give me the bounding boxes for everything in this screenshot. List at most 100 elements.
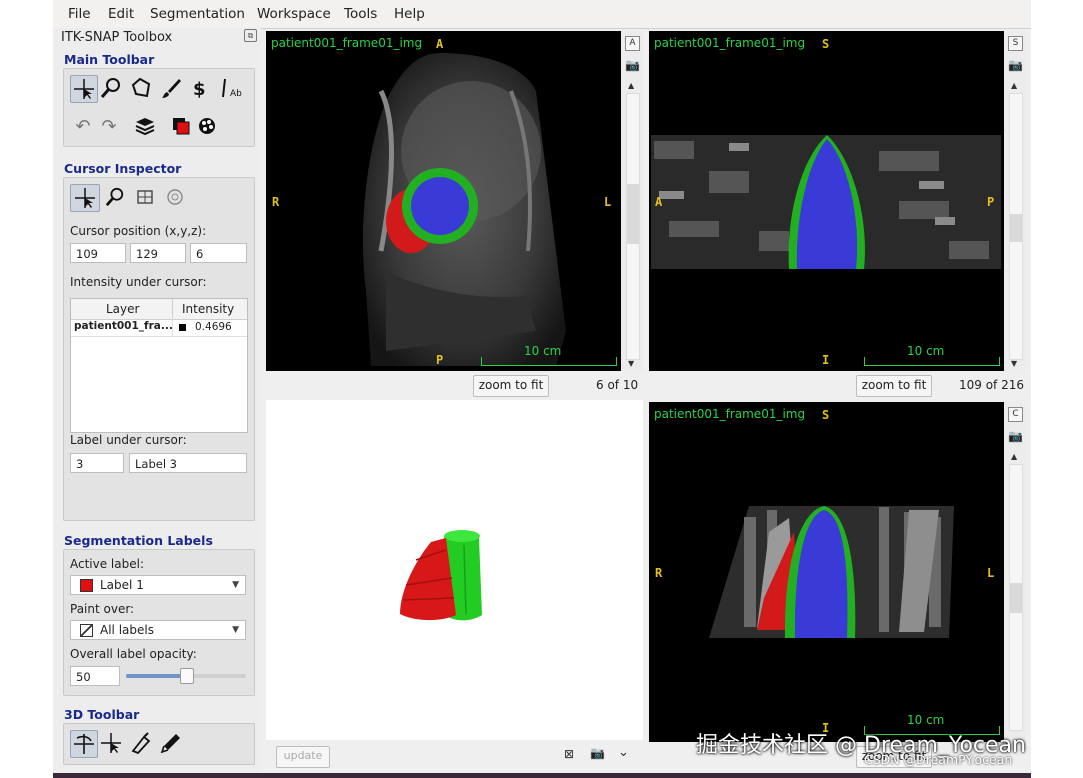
cursor-z-field[interactable]: 6 (190, 243, 247, 263)
scroll-down-icon[interactable]: ▼ (628, 359, 634, 368)
polygon-tool-icon[interactable] (128, 75, 154, 101)
toolbox-panel: ITK-SNAP Toolbox ⧉ Main Toolbar $ Ab ↶ ↷… (53, 28, 261, 773)
3d-toolbar-heading: 3D Toolbar (64, 707, 140, 722)
menu-edit[interactable]: Edit (108, 6, 134, 22)
layer-column-header[interactable]: Layer (106, 302, 139, 316)
opacity-field[interactable]: 50 (70, 666, 120, 686)
camera-icon[interactable]: 📷 (590, 746, 605, 760)
menu-bar: File Edit Segmentation Workspace Tools H… (53, 0, 1031, 29)
scroll-down-icon[interactable]: ▼ (1011, 359, 1017, 368)
menu-tools[interactable]: Tools (344, 6, 377, 22)
main-toolbar-heading: Main Toolbar (64, 52, 155, 67)
grid-tab-icon[interactable] (132, 184, 158, 210)
scale-label: 10 cm (524, 344, 562, 358)
orientation-anterior: A (436, 37, 444, 51)
scrollbar-thumb[interactable] (1010, 583, 1022, 613)
orientation-left: L (604, 195, 612, 209)
cursor-y-field[interactable]: 129 (130, 243, 186, 263)
3d-options-icon[interactable]: ⊠ (564, 747, 574, 761)
3d-render-view[interactable] (266, 400, 643, 740)
crosshair-tool-icon[interactable] (70, 75, 98, 103)
label-color-swatch (80, 579, 93, 592)
opacity-slider-handle[interactable] (180, 668, 194, 684)
3d-view-toolbar: update ⊠ 📷 ⌄ (266, 740, 643, 770)
sagittal-image (651, 135, 1001, 269)
menu-segmentation[interactable]: Segmentation (150, 6, 245, 22)
sagittal-slice-view[interactable]: patient001_frame01_img S I A P 10 cm (649, 31, 1004, 371)
redo-icon[interactable]: ↷ (96, 113, 122, 139)
label-editor-icon[interactable] (168, 113, 194, 139)
float-icon[interactable]: ⧉ (244, 29, 257, 42)
undo-icon[interactable]: ↶ (70, 113, 96, 139)
slice-scrollbar[interactable] (626, 93, 640, 360)
slice-indicator: 109 of 216 (959, 378, 1025, 392)
camera-icon[interactable]: 📷 (1008, 58, 1023, 72)
scroll-up-icon[interactable]: ▲ (1011, 452, 1017, 461)
camera-icon[interactable]: 📷 (1008, 429, 1023, 443)
zoom-to-fit-button[interactable]: zoom to fit (856, 375, 932, 397)
zoom-to-fit-button[interactable]: zoom to fit (473, 375, 549, 397)
orientation-superior: S (822, 37, 830, 51)
label-name-field[interactable]: Label 3 (129, 453, 247, 473)
view-layout-axial-icon[interactable]: A (625, 36, 640, 51)
orientation-right: R (655, 566, 663, 580)
view-image-name: patient001_frame01_img (654, 407, 806, 421)
scrollbar-thumb[interactable] (1010, 214, 1022, 242)
expand-menu-icon[interactable]: ⌄ (618, 745, 629, 760)
menu-help[interactable]: Help (394, 6, 425, 22)
active-label-label: Active label: (70, 557, 144, 571)
cursor-info-tab-icon[interactable] (70, 184, 100, 212)
view-layout-sagittal-icon[interactable]: S (1008, 36, 1023, 51)
3d-rotate-tool-icon[interactable] (70, 730, 98, 758)
axial-slice-view[interactable]: patient001_frame01_img A P R L 10 cm (266, 31, 621, 371)
coronal-slice-view[interactable]: patient001_frame01_img S I R L 10 cm (649, 402, 1004, 742)
update-button[interactable]: update (276, 746, 330, 768)
scrollbar-thumb[interactable] (627, 184, 639, 244)
mesh-tab-icon[interactable] (162, 184, 188, 210)
opacity-label: Overall label opacity: (70, 647, 197, 661)
3d-heart-model (400, 530, 482, 621)
dropdown-arrow-icon: ▼ (232, 580, 239, 590)
zoom-inspector-tab-icon[interactable] (102, 184, 128, 210)
3d-scalpel-tool-icon[interactable] (128, 730, 154, 756)
intensity-column-header[interactable]: Intensity (182, 302, 234, 316)
itk-snap-window: File Edit Segmentation Workspace Tools H… (53, 0, 1031, 778)
column-divider (172, 299, 173, 319)
orientation-superior: S (822, 408, 830, 422)
table-row[interactable]: patient001_fra... 0.4696 (71, 319, 247, 337)
3d-spraypaint-tool-icon[interactable] (158, 730, 184, 756)
label-id-field[interactable]: 3 (70, 453, 124, 473)
cursor-x-field[interactable]: 109 (70, 243, 126, 263)
scale-bar (864, 357, 1000, 366)
view-layout-coronal-icon[interactable]: C (1008, 407, 1023, 422)
orientation-anterior: A (655, 195, 663, 209)
label-under-cursor-label: Label under cursor: (70, 433, 187, 447)
all-labels-icon (80, 624, 93, 637)
scale-label: 10 cm (907, 344, 945, 358)
paint-over-dropdown[interactable]: All labels ▼ (70, 620, 246, 640)
active-label-dropdown[interactable]: Label 1 ▼ (70, 575, 246, 595)
orientation-right: R (272, 195, 280, 209)
zoom-tool-icon[interactable] (98, 75, 124, 101)
menu-file[interactable]: File (68, 6, 91, 22)
cursor-inspector-panel: Cursor position (x,y,z): 109 129 6 Inten… (63, 177, 255, 521)
background-terminal-strip (53, 773, 1031, 778)
slice-scrollbar[interactable] (1009, 93, 1023, 360)
slice-scrollbar[interactable] (1009, 464, 1023, 731)
paintbrush-tool-icon[interactable] (158, 75, 184, 101)
scale-bar (481, 357, 617, 366)
axial-view-sidebar: A 📷 ▲ ▼ (621, 31, 643, 371)
layers-icon[interactable] (132, 113, 158, 139)
3d-crosshair-tool-icon[interactable] (98, 730, 124, 756)
watermark-subtext: CSDN @DreamPY.ocean (864, 752, 1013, 767)
scroll-up-icon[interactable]: ▲ (1011, 81, 1017, 90)
opacity-slider-track[interactable] (126, 668, 246, 684)
menu-workspace[interactable]: Workspace (257, 6, 331, 22)
palette-icon[interactable] (194, 113, 220, 139)
toolbox-title: ITK-SNAP Toolbox (61, 30, 173, 45)
camera-icon[interactable]: 📷 (625, 58, 640, 72)
scroll-up-icon[interactable]: ▲ (628, 81, 634, 90)
annotation-tool-icon[interactable]: Ab (218, 75, 244, 101)
segmentation-labels-heading: Segmentation Labels (64, 533, 213, 548)
snake-tool-icon[interactable]: $ (188, 75, 214, 101)
